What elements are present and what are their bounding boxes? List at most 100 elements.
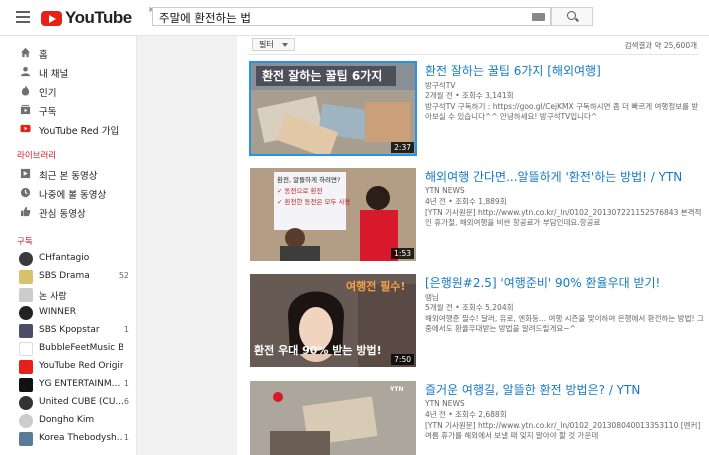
- youtube-logo[interactable]: YouTube KR: [41, 6, 158, 28]
- sidebar-item-liked[interactable]: 관심 동영상: [0, 203, 136, 221]
- channel-avatar: [19, 396, 33, 410]
- subscriptions-icon: [20, 104, 31, 115]
- result-item[interactable]: 환전 잘하는 꿀팁 6가지 2:37 환전 잘하는 꿀팁 6가지 [해외여행] …: [249, 61, 709, 158]
- keyboard-icon[interactable]: [532, 13, 545, 21]
- video-meta: 4년 전 • 조회수 1,889회: [425, 197, 507, 206]
- youtube-play-icon: [41, 10, 62, 26]
- subscription-label: Dongho Kim: [39, 415, 95, 425]
- channel-avatar: [19, 360, 33, 374]
- channel-avatar: [19, 432, 33, 446]
- subscription-item[interactable]: Korea Thebodysh... 1: [0, 430, 136, 448]
- subscription-item[interactable]: WINNER: [0, 304, 136, 322]
- channel-name[interactable]: YTN NEWS: [425, 399, 465, 408]
- menu-icon[interactable]: [16, 11, 30, 23]
- video-title-link[interactable]: 즐거운 여행길, 알뜰한 환전 방법은? / YTN: [425, 381, 640, 398]
- channel-name[interactable]: YTN NEWS: [425, 186, 465, 195]
- video-title-link[interactable]: [은행원#2.5] '여행준비' 90% 환율우대 받기!: [425, 274, 660, 291]
- sidebar-item-home[interactable]: 홈: [0, 44, 136, 62]
- subscription-label: BubbleFeetMusic Blas...: [39, 343, 123, 353]
- video-duration: 2:37: [391, 142, 414, 153]
- sidebar-item-label: 인기: [39, 88, 57, 99]
- subscription-item[interactable]: SBS Drama 52: [0, 268, 136, 286]
- subscription-item[interactable]: BubbleFeetMusic Blas...: [0, 340, 136, 358]
- search-button[interactable]: [551, 7, 593, 26]
- channel-avatar: [19, 288, 33, 302]
- youtube-red-icon: [20, 124, 31, 133]
- channel-avatar: [19, 324, 33, 338]
- subscription-label: SBS Drama: [39, 271, 90, 281]
- video-description: [YTN 기사원문] http://www.ytn.co.kr/_ln/0102…: [425, 208, 702, 227]
- subscription-item[interactable]: United CUBE (CU... 6: [0, 394, 136, 412]
- new-video-count: 1: [123, 325, 129, 334]
- subscription-label: CHfantagio: [39, 253, 90, 263]
- subscription-item[interactable]: Dongho Kim: [0, 412, 136, 430]
- channel-avatar: [19, 306, 33, 320]
- result-item[interactable]: 환전, 알뜰하게 하려면? ✓ 동전으로 환전 ✓ 환전한 동전은 모두 사용 …: [250, 168, 709, 264]
- thumbnail-caption: 여행전 필수!: [346, 280, 406, 293]
- result-item[interactable]: YTN 즐거운 여행길, 알뜰한 환전 방법은? / YTN YTN NEWS …: [250, 381, 709, 455]
- thumbnail-caption: 환전, 알뜰하게 하려면? ✓ 동전으로 환전 ✓ 환전한 동전은 모두 사용: [277, 175, 351, 208]
- sidebar-item-label: 관심 동영상: [39, 209, 86, 220]
- youtube-app: YouTube KR 주말에 환전하는 법 홈 내 채널 인기 구독 YouTu…: [0, 0, 709, 455]
- sidebar-item-label: 내 채널: [39, 69, 69, 80]
- sidebar-item-label: 나중에 볼 동영상: [39, 190, 107, 201]
- subscription-label: 논 사랑: [39, 292, 67, 302]
- logo-text: YouTube: [65, 8, 132, 27]
- flame-icon: [21, 85, 30, 96]
- sidebar-item-trending[interactable]: 인기: [0, 82, 136, 100]
- channel-avatar: [19, 414, 33, 428]
- video-title-link[interactable]: 환전 잘하는 꿀팁 6가지 [해외여행]: [425, 62, 601, 79]
- video-thumbnail[interactable]: 환전 잘하는 꿀팁 6가지 2:37: [249, 61, 417, 156]
- result-item[interactable]: 여행전 필수! 환전 우대 90% 받는 방법! 7:50 [은행원#2.5] …: [250, 274, 709, 370]
- subscription-item[interactable]: 논 사랑: [0, 286, 136, 304]
- subscription-item[interactable]: SBS Kpopstar 1: [0, 322, 136, 340]
- subscription-label: United CUBE (CU...: [39, 397, 123, 407]
- sidebar-item-label: 홈: [39, 50, 48, 61]
- subscriptions-section-title[interactable]: 구독: [17, 235, 33, 247]
- history-icon: [20, 168, 31, 179]
- thumbs-up-icon: [20, 206, 31, 217]
- guide-sidebar: 홈 내 채널 인기 구독 YouTube Red 가입 라이브러리 최근 본 동…: [0, 36, 137, 455]
- home-icon: [20, 47, 31, 58]
- video-meta: 4년 전 • 조회수 2,688회: [425, 410, 507, 419]
- sidebar-item-my-channel[interactable]: 내 채널: [0, 63, 136, 81]
- subscription-label: YG ENTERTAINM...: [39, 379, 121, 389]
- subscription-item[interactable]: YG ENTERTAINM... 1: [0, 376, 136, 394]
- clock-icon: [20, 187, 31, 198]
- subscription-label: SBS Kpopstar: [39, 325, 100, 335]
- channel-avatar: [19, 342, 33, 356]
- subscription-label: Korea Thebodysh...: [39, 433, 123, 443]
- thumbnail-caption-line: ✓ 환전한 동전은 모두 사용: [277, 198, 351, 206]
- subscription-item[interactable]: YouTube Red Originals: [0, 358, 136, 376]
- sidebar-item-watch-later[interactable]: 나중에 볼 동영상: [0, 184, 136, 202]
- subscription-label: YouTube Red Originals: [39, 361, 123, 371]
- search-input[interactable]: 주말에 환전하는 법: [152, 7, 551, 26]
- video-title-link[interactable]: 해외여행 간다면...알뜰하게 '환전'하는 방법! / YTN: [425, 168, 682, 185]
- video-thumbnail[interactable]: 환전, 알뜰하게 하려면? ✓ 동전으로 환전 ✓ 환전한 동전은 모두 사용 …: [250, 168, 416, 261]
- video-duration: 1:53: [391, 248, 414, 259]
- thumbnail-caption-line: ✓ 동전으로 환전: [277, 187, 323, 195]
- filter-button[interactable]: 필터: [252, 38, 295, 51]
- sidebar-item-label: 구독: [39, 107, 57, 118]
- masthead: YouTube KR 주말에 환전하는 법: [0, 0, 709, 36]
- sidebar-item-label: 최근 본 동영상: [39, 171, 98, 182]
- channel-avatar: [19, 378, 33, 392]
- new-video-count: 1: [123, 433, 129, 442]
- thumbnail-caption: 환전 우대 90% 받는 방법!: [254, 344, 382, 357]
- video-description: [YTN 기사원문] http://www.ytn.co.kr/_ln/0102…: [425, 421, 701, 440]
- divider: [247, 54, 699, 55]
- video-meta: 2개월 전 • 조회수 3,141회: [425, 91, 514, 100]
- new-video-count: 6: [123, 397, 129, 406]
- library-section-title[interactable]: 라이브러리: [17, 149, 56, 161]
- thumbnail-caption-line: 환전, 알뜰하게 하려면?: [277, 176, 341, 184]
- video-duration: 7:50: [391, 354, 414, 365]
- video-thumbnail[interactable]: 여행전 필수! 환전 우대 90% 받는 방법! 7:50: [250, 274, 416, 367]
- subscription-item[interactable]: CHfantagio: [0, 250, 136, 268]
- video-description: 해외여행준 필수! 달러, 유로, 엔화등... 여행 시즌을 맞이하여 은행에…: [425, 314, 704, 333]
- sidebar-item-history[interactable]: 최근 본 동영상: [0, 165, 136, 183]
- video-thumbnail[interactable]: YTN: [250, 381, 416, 455]
- sidebar-item-youtube-red[interactable]: YouTube Red 가입: [0, 120, 136, 138]
- sidebar-item-subscriptions[interactable]: 구독: [0, 101, 136, 119]
- result-count: 검색결과 약 25,600개: [624, 41, 697, 50]
- video-description: 방구석TV 구독하기 : https://goo.gl/CejKMX 구독하시면…: [425, 102, 699, 121]
